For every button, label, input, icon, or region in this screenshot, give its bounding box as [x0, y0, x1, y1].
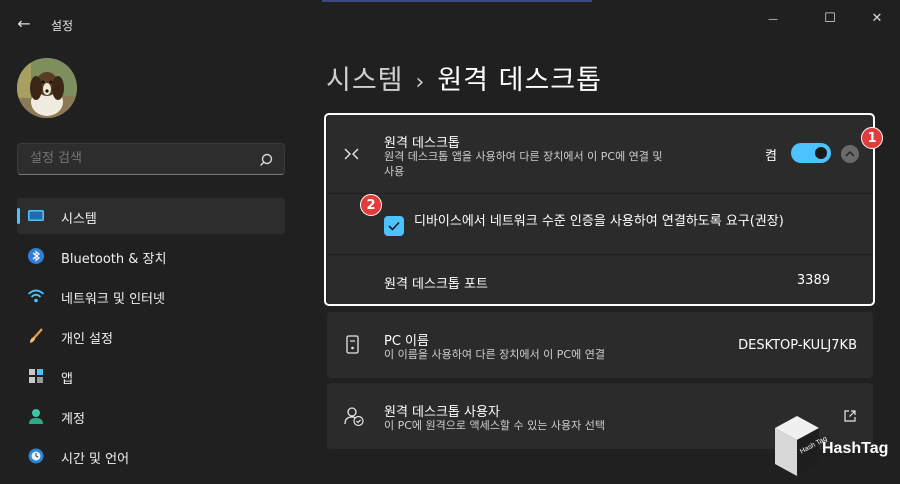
- sidebar-item-label: 계정: [61, 412, 85, 427]
- sidebar-item-network[interactable]: 네트워크 및 인터넷: [17, 278, 285, 314]
- back-button[interactable]: ←: [12, 14, 36, 34]
- sidebar-item-bluetooth[interactable]: Bluetooth & 장치: [17, 238, 285, 274]
- maximize-icon: ☐: [824, 11, 836, 26]
- watermark: Hash Tag HashTag: [767, 410, 897, 480]
- search-input[interactable]: [30, 151, 250, 166]
- sidebar-item-apps[interactable]: 앱: [17, 358, 285, 394]
- minimize-icon: —: [768, 14, 778, 25]
- brush-icon: [30, 328, 43, 343]
- title-bar: ← 설정 — ☐ ✕: [0, 0, 900, 46]
- account-icon: [29, 409, 43, 424]
- sidebar-item-label: 개인 설정: [61, 332, 113, 347]
- pc-name-row[interactable]: PC 이름 이 이름을 사용하여 다른 장치에서 이 PC에 연결 DESKTO…: [327, 312, 873, 378]
- sidebar-item-label: 앱: [61, 372, 73, 387]
- avatar[interactable]: [17, 58, 77, 118]
- bluetooth-icon: [28, 248, 44, 264]
- annotation-badge-1: 1: [861, 127, 883, 149]
- active-indicator: [17, 208, 20, 224]
- sidebar-item-accounts[interactable]: 계정: [17, 398, 285, 434]
- sidebar-item-label: 네트워크 및 인터넷: [61, 292, 165, 307]
- breadcrumb-separator: ›: [415, 70, 426, 95]
- annotation-badge-2: 2: [360, 194, 382, 216]
- back-arrow-icon: ←: [17, 14, 31, 33]
- pc-name-subtitle: 이 이름을 사용하여 다른 장치에서 이 PC에 연결: [384, 348, 605, 361]
- avatar-dog-photo: [17, 58, 77, 118]
- highlight-box: [324, 113, 875, 306]
- search-icon[interactable]: [258, 152, 274, 168]
- pc-name-icon: [346, 335, 359, 354]
- breadcrumb: 시스템 › 원격 데스크톱: [326, 58, 602, 97]
- title-bar-accent-line: [322, 0, 592, 2]
- sidebar-item-time-language[interactable]: 시간 및 언어: [17, 438, 285, 474]
- maximize-button[interactable]: ☐: [815, 8, 845, 30]
- breadcrumb-parent[interactable]: 시스템: [326, 65, 404, 96]
- pc-name-value: DESKTOP-KULJ7KB: [738, 338, 857, 353]
- close-button[interactable]: ✕: [862, 8, 892, 30]
- system-icon: [28, 210, 44, 221]
- clock-globe-icon: [28, 448, 44, 464]
- sidebar-item-personalization[interactable]: 개인 설정: [17, 318, 285, 354]
- app-title: 설정: [51, 19, 74, 33]
- sidebar-item-label: 시간 및 언어: [61, 452, 130, 467]
- sidebar-item-label: Bluetooth & 장치: [61, 252, 167, 267]
- watermark-text: HashTag: [822, 440, 889, 457]
- page-title: 원격 데스크톱: [437, 65, 602, 96]
- remote-users-subtitle: 이 PC에 원격으로 액세스할 수 있는 사용자 선택: [384, 419, 605, 432]
- sidebar-item-system[interactable]: 시스템: [17, 198, 285, 234]
- apps-icon: [29, 369, 43, 383]
- search-box[interactable]: [17, 143, 285, 175]
- wifi-icon: [27, 289, 45, 303]
- sidebar-item-label: 시스템: [61, 212, 97, 227]
- close-icon: ✕: [871, 11, 883, 26]
- minimize-button[interactable]: —: [758, 8, 788, 30]
- user-check-icon: [344, 407, 364, 427]
